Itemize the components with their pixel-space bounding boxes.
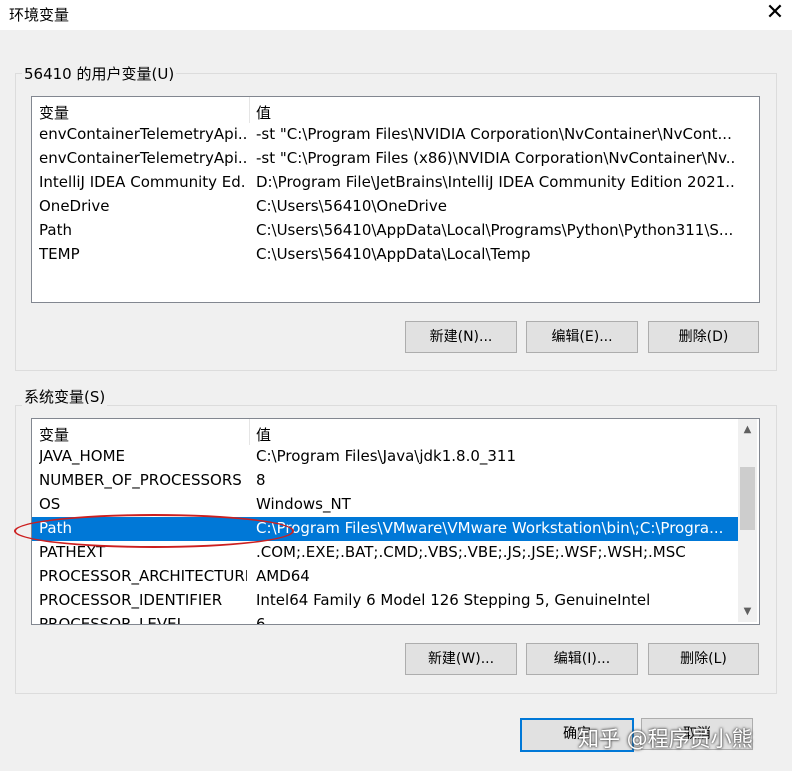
variable-name: JAVA_HOME [39,447,126,465]
variable-value: C:\Users\56410\AppData\Local\Programs\Py… [256,221,734,239]
column-header-variable[interactable]: 变量 [39,424,247,445]
variable-value: C:\Program Files\Java\jdk1.8.0_311 [256,447,517,465]
variable-value: AMD64 [256,567,310,585]
table-row[interactable]: PROCESSOR_ARCHITECTURE AMD64 [32,565,738,589]
variable-value: -st "C:\Program Files\NVIDIA Corporation… [256,125,732,143]
system-vars-header: 变量 值 [32,419,759,445]
system-delete-button[interactable]: 删除(L) [648,643,759,675]
system-edit-button[interactable]: 编辑(I)... [526,643,638,675]
variable-name: OS [39,495,61,513]
watermark: 知乎 @程序员小熊 [578,727,753,751]
table-row[interactable]: Path C:\Users\56410\AppData\Local\Program… [32,219,736,243]
user-new-button[interactable]: 新建(N)... [405,321,517,353]
variable-value: D:\Program File\JetBrains\IntelliJ IDEA … [256,173,736,191]
table-row[interactable]: PROCESSOR_LEVEL 6 [32,613,738,625]
table-row[interactable]: IntelliJ IDEA Community Ed... D:\Program … [32,171,736,195]
table-row[interactable]: envContainerTelemetryApi... -st "C:\Progr… [32,147,736,171]
scroll-up-icon[interactable]: ▲ [739,421,756,438]
variable-value: Intel64 Family 6 Model 126 Stepping 5, G… [256,591,651,609]
variable-name: OneDrive [39,197,110,215]
table-row[interactable]: OneDrive C:\Users\56410\OneDrive [32,195,736,219]
variable-value: -st "C:\Program Files (x86)\NVIDIA Corpo… [256,149,736,167]
column-header-value[interactable]: 值 [256,102,736,123]
variable-name: Path [39,221,72,239]
table-row[interactable]: JAVA_HOME C:\Program Files\Java\jdk1.8.0_… [32,445,738,469]
title-bar [0,0,792,30]
user-edit-button[interactable]: 编辑(E)... [526,321,638,353]
system-vars-scrollbar[interactable]: ▲ ▼ [738,419,757,622]
variable-name: envContainerTelemetryApi... [39,149,247,167]
user-delete-button[interactable]: 删除(D) [648,321,759,353]
variable-name: PROCESSOR_ARCHITECTURE [39,567,247,585]
column-divider[interactable] [249,97,250,123]
variable-name: envContainerTelemetryApi... [39,125,247,143]
system-vars-legend: 系统变量(S) [22,386,108,407]
system-new-button[interactable]: 新建(W)... [405,643,517,675]
variable-name: PROCESSOR_IDENTIFIER [39,591,223,609]
scroll-down-icon[interactable]: ▼ [739,603,756,620]
user-vars-list[interactable]: 变量 值 envContainerTelemetryApi... -st "C:\… [31,96,760,303]
variable-value: C:\Program Files\VMware\VMware Workstati… [256,519,724,537]
column-header-value[interactable]: 值 [256,424,736,445]
path-highlight-ellipse [14,514,294,548]
variable-value: Windows_NT [256,495,351,513]
variable-name: IntelliJ IDEA Community Ed... [39,173,247,191]
user-vars-header: 变量 值 [32,97,759,123]
variable-name: PROCESSOR_LEVEL [39,615,185,625]
variable-name: TEMP [39,245,80,263]
scrollbar-thumb[interactable] [740,467,755,530]
table-row[interactable]: NUMBER_OF_PROCESSORS 8 [32,469,738,493]
variable-value: .COM;.EXE;.BAT;.CMD;.VBS;.VBE;.JS;.JSE;.… [256,543,686,561]
variable-name: NUMBER_OF_PROCESSORS [39,471,242,489]
close-icon[interactable]: ✕ [760,0,790,28]
column-header-variable[interactable]: 变量 [39,102,247,123]
table-row[interactable]: envContainerTelemetryApi... -st "C:\Progr… [32,123,736,147]
variable-value: C:\Users\56410\AppData\Local\Temp [256,245,531,263]
variable-value: C:\Users\56410\OneDrive [256,197,447,215]
table-row[interactable]: TEMP C:\Users\56410\AppData\Local\Temp [32,243,736,267]
variable-value: 6 [256,615,266,625]
window-title: 环境变量 [9,6,70,24]
user-vars-legend: 56410 的用户变量(U) [22,63,177,84]
table-row[interactable]: PROCESSOR_IDENTIFIER Intel64 Family 6 Mod… [32,589,738,613]
variable-value: 8 [256,471,266,489]
column-divider[interactable] [249,419,250,445]
